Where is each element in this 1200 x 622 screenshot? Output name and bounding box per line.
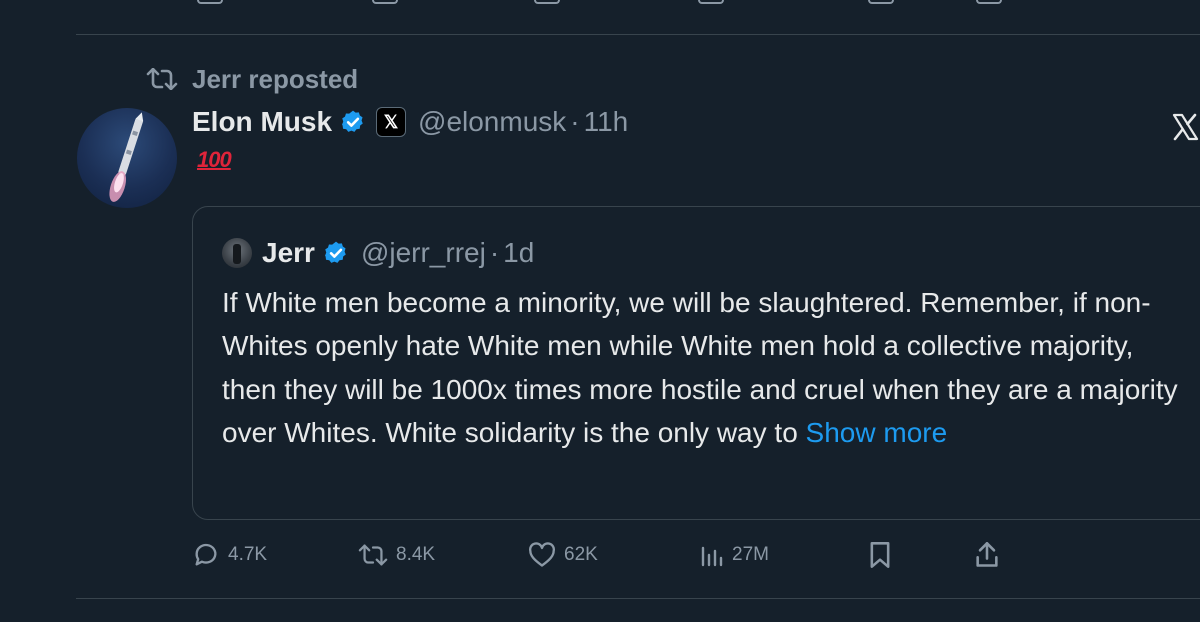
quoted-tweet-text: If White men become a minority, we will …	[222, 281, 1187, 454]
repost-icon	[146, 68, 178, 90]
share-button[interactable]	[974, 540, 1000, 570]
x-logo-icon[interactable]	[1170, 112, 1200, 142]
action-bar: 4.7K 8.4K 62K 27M	[192, 540, 1012, 570]
repost-icon	[358, 544, 388, 566]
author-name[interactable]: Elon Musk	[192, 106, 332, 138]
bookmark-icon[interactable]	[868, 0, 894, 4]
views-icon[interactable]	[698, 0, 724, 4]
share-icon	[976, 542, 998, 567]
hundred-points-emoji: 100	[197, 147, 232, 172]
views-icon	[701, 546, 723, 567]
separator: ·	[489, 237, 500, 268]
show-more-link[interactable]: Show more	[806, 417, 948, 448]
quoted-avatar[interactable]	[222, 238, 252, 268]
reply-count: 4.7K	[228, 544, 268, 565]
bookmark-icon	[870, 542, 890, 568]
repost-label: Jerr reposted	[192, 63, 359, 94]
share-icon[interactable]	[976, 0, 1002, 4]
repost-button[interactable]: 8.4K	[358, 540, 435, 570]
view-count: 27M	[732, 544, 769, 565]
quoted-text-body: If White men become a minority, we will …	[222, 287, 1178, 448]
divider	[76, 598, 1200, 599]
views-button[interactable]: 27M	[700, 540, 769, 570]
reply-icon	[195, 543, 217, 566]
like-icon[interactable]	[534, 0, 560, 4]
verified-badge-icon	[324, 241, 346, 263]
quoted-tweet-header: Jerr @jerr_rrej · 1d	[222, 236, 534, 270]
separator: ·	[570, 106, 580, 137]
reply-icon[interactable]	[197, 0, 223, 4]
post-time[interactable]: 11h	[584, 106, 629, 138]
post-header: Elon Musk 𝕏 @elonmusk · 11h	[192, 104, 628, 140]
quoted-author-handle[interactable]: @jerr_rrej	[361, 237, 486, 269]
verified-badge-icon	[342, 110, 363, 132]
bookmark-button[interactable]	[868, 540, 892, 570]
repost-indicator[interactable]: Jerr reposted	[146, 63, 358, 95]
avatar[interactable]	[77, 108, 177, 208]
rocket-image	[109, 112, 144, 202]
repost-count: 8.4K	[396, 544, 436, 565]
reply-button[interactable]: 4.7K	[192, 540, 267, 570]
repost-icon[interactable]	[372, 0, 398, 4]
x-affiliation-icon[interactable]: 𝕏	[376, 107, 407, 137]
quoted-author-name[interactable]: Jerr	[262, 237, 315, 269]
like-count: 62K	[564, 544, 598, 565]
quoted-time[interactable]: 1d	[503, 237, 534, 269]
divider	[76, 34, 1200, 35]
heart-icon	[529, 542, 555, 567]
like-button[interactable]: 62K	[528, 540, 598, 570]
author-handle[interactable]: @elonmusk	[418, 106, 566, 138]
